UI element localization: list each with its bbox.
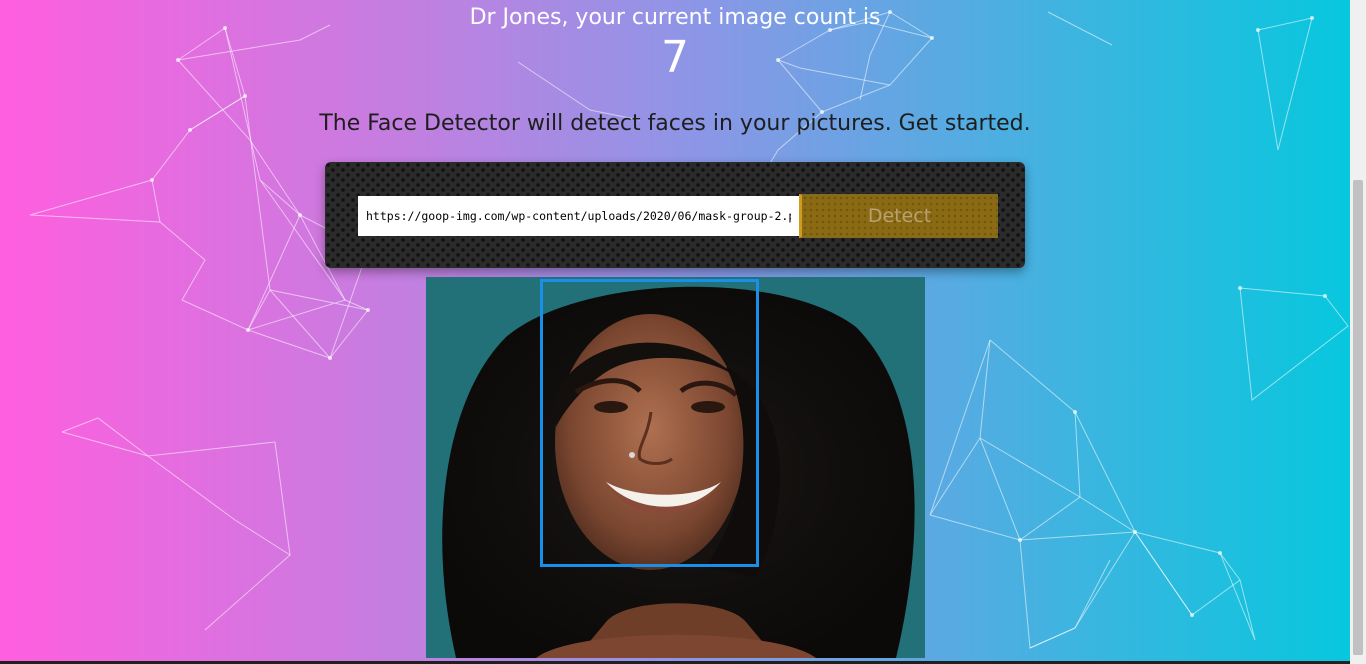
result-image [426,277,925,658]
scrollbar-thumb[interactable] [1353,180,1363,655]
page-scrollbar[interactable] [1350,0,1366,664]
page-tagline: The Face Detector will detect faces in y… [319,111,1031,136]
image-url-form: Detect [325,162,1025,268]
image-url-input[interactable] [358,196,799,236]
detect-button[interactable]: Detect [799,194,998,238]
image-count-greeting: Dr Jones, your current image count is [469,5,881,30]
detected-face-box [540,279,759,567]
image-count-value: 7 [661,32,689,83]
